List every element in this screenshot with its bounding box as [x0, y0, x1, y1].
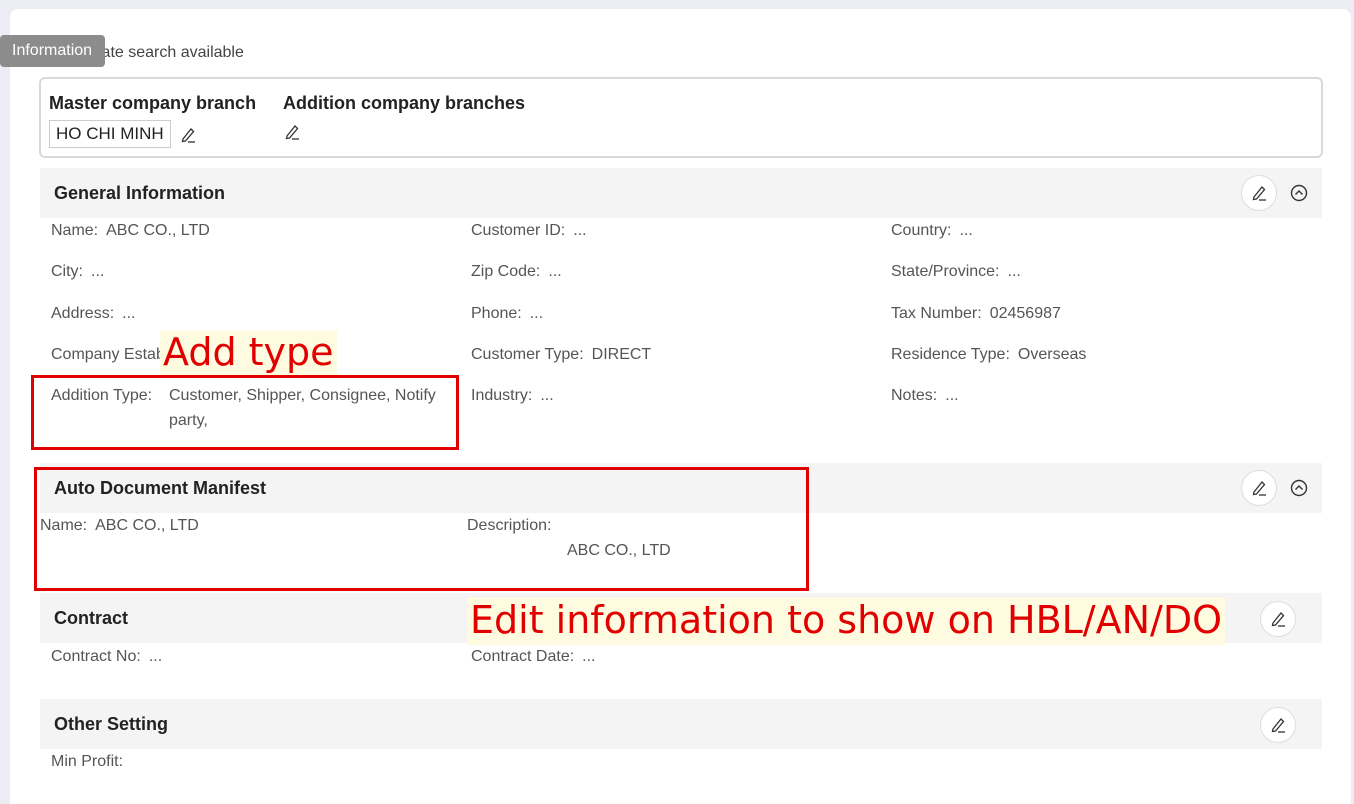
edit-contract-button[interactable] — [1260, 601, 1296, 637]
rate-search-label: Rate search available — [90, 44, 244, 61]
country-field: Country:... — [891, 222, 973, 239]
general-info-title: General Information — [54, 183, 226, 203]
edit-info-annotation: Edit information to show on HBL/AN/DO — [467, 597, 1226, 645]
zip-field: Zip Code:... — [471, 263, 562, 280]
manifest-highlight — [34, 467, 809, 591]
notes-field: Notes:... — [891, 387, 959, 404]
contract-title: Contract — [54, 608, 129, 628]
pencil-icon — [1271, 718, 1285, 733]
phone-field: Phone:... — [471, 305, 544, 322]
state-field: State/Province:... — [891, 263, 1021, 280]
company-branches-box: Master company branch HO CHI MINH Additi… — [39, 77, 1323, 158]
other-setting-title: Other Setting — [54, 714, 169, 734]
general-info-header: General Information — [40, 168, 1322, 218]
residence-type-field: Residence Type: Overseas — [891, 346, 1087, 363]
add-type-annotation: Add type — [160, 330, 337, 375]
pencil-icon — [1252, 186, 1266, 201]
collapse-up-icon[interactable] — [1290, 479, 1308, 497]
address-field: Address:... — [51, 305, 136, 322]
pencil-icon — [1271, 612, 1285, 627]
master-branch: Master company branch HO CHI MINH — [49, 93, 256, 148]
master-branch-title: Master company branch — [49, 93, 257, 113]
contract-date-field: Contract Date:... — [471, 648, 596, 665]
collapse-up-icon[interactable] — [1290, 184, 1308, 202]
customer-type-field: Customer Type: DIRECT — [471, 346, 652, 363]
addition-type-highlight — [31, 375, 459, 450]
information-tooltip: Information — [0, 35, 105, 67]
addition-branches: Addition company branches — [283, 93, 525, 141]
customer-id-field: Customer ID:... — [471, 222, 587, 239]
city-field: City:... — [51, 263, 105, 280]
general-name-field: Name: ABC CO., LTD — [51, 222, 210, 239]
edit-addition-branches-icon[interactable] — [283, 123, 301, 141]
addition-branches-title: Addition company branches — [283, 93, 526, 113]
pencil-icon — [1252, 481, 1266, 496]
other-setting-header: Other Setting — [40, 699, 1322, 749]
contract-no-field: Contract No:... — [51, 648, 163, 665]
edit-general-button[interactable] — [1241, 175, 1277, 211]
min-profit-field: Min Profit: — [51, 753, 124, 770]
edit-manifest-button[interactable] — [1241, 470, 1277, 506]
edit-other-setting-button[interactable] — [1260, 707, 1296, 743]
master-branch-value: HO CHI MINH — [49, 120, 171, 148]
tax-number-field: Tax Number: 02456987 — [891, 305, 1061, 322]
industry-field: Industry:... — [471, 387, 554, 404]
edit-master-branch-icon[interactable] — [179, 126, 197, 144]
